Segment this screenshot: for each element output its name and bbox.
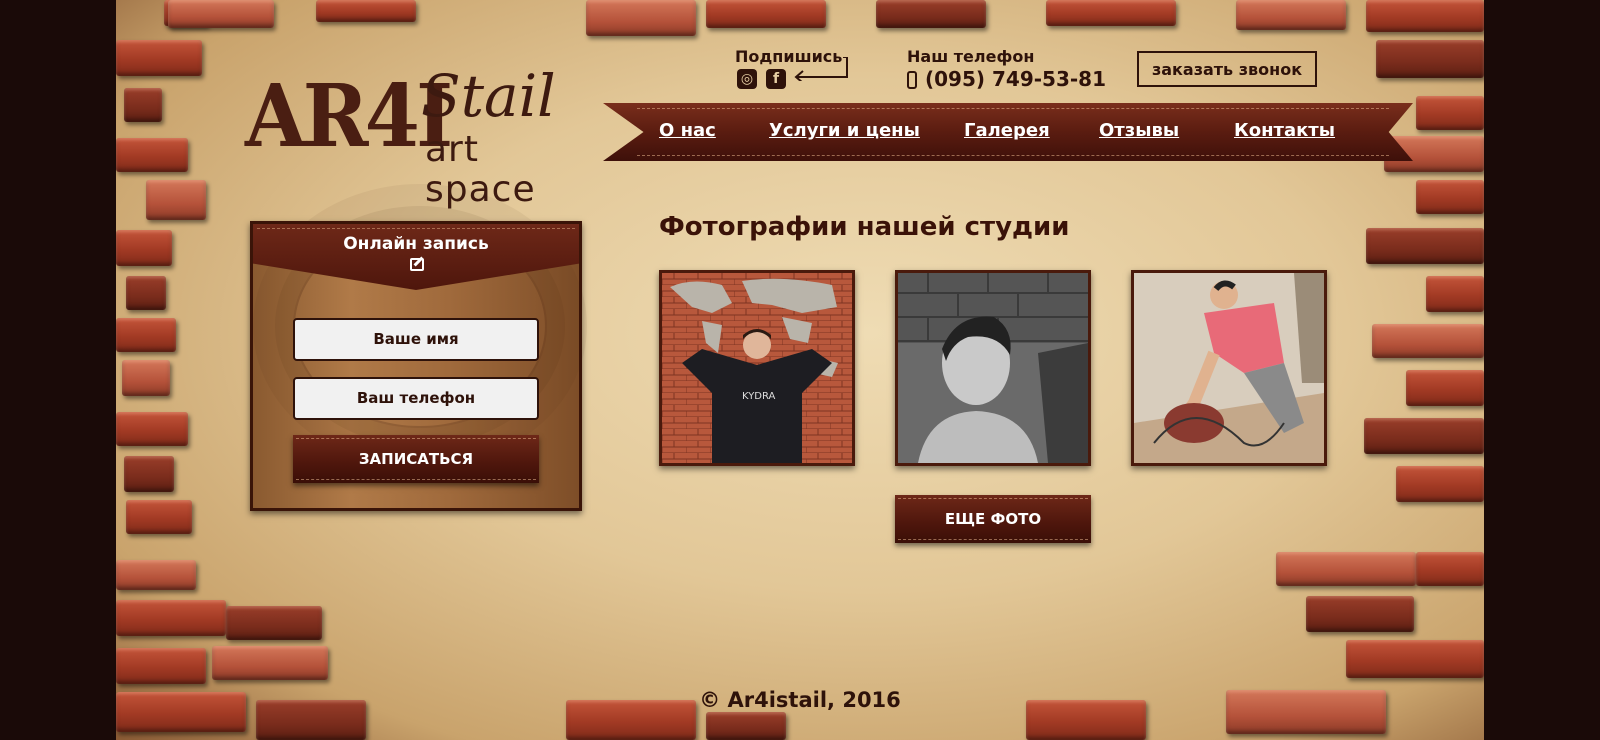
brick-decoration [116,412,188,446]
brick-decoration [126,500,192,534]
brick-decoration [1346,640,1484,678]
brick-decoration [1416,96,1484,130]
arrow-left-icon [794,57,848,81]
main-nav: О нас Услуги и цены Галерея Отзывы Конта… [603,103,1413,161]
brick-decoration [316,0,416,22]
phone-label: Наш телефон [907,47,1035,66]
brick-decoration [1364,418,1484,454]
photo-portrait [898,273,1088,463]
phone-icon [907,71,917,89]
nav-item-reviews[interactable]: Отзывы [1099,120,1179,141]
brick-decoration [1396,466,1484,502]
site-logo[interactable]: AR4I Stail art space [245,62,575,210]
brick-decoration [124,88,162,122]
gallery-photo-2[interactable] [895,270,1091,466]
brick-decoration [876,0,986,28]
callback-button[interactable]: заказать звонок [1137,51,1317,87]
brick-decoration [1046,0,1176,26]
brick-decoration [1306,596,1414,632]
brick-decoration [1236,0,1346,30]
brick-decoration [1416,180,1484,214]
brick-decoration [116,230,172,266]
brick-decoration [1426,276,1484,312]
brick-decoration [126,276,166,310]
brick-decoration [116,560,196,590]
brick-decoration [1416,552,1484,586]
brick-decoration [116,138,188,172]
photo-kydra-text: KYDRA [742,391,776,402]
nav-item-contacts[interactable]: Контакты [1234,120,1335,141]
logo-script-text: Stail [421,62,556,130]
gallery-photo-3[interactable] [1131,270,1327,466]
subscribe-block: Подпишись ◎ f [735,47,865,89]
name-input[interactable]: Ваше имя [293,318,539,361]
brick-decoration [116,600,226,636]
brick-decoration [124,456,174,492]
brick-decoration [1376,40,1484,78]
submit-booking-button[interactable]: ЗАПИСАТЬСЯ [293,435,539,483]
phone-input[interactable]: Ваш телефон [293,377,539,420]
online-booking-form: Онлайн запись Ваше имя Ваш телефон ЗАПИС… [250,221,582,511]
more-photos-button[interactable]: ЕЩЕ ФОТО [895,495,1091,543]
edit-icon [410,258,424,271]
brick-decoration [212,646,328,680]
brick-decoration [146,180,206,220]
gallery-title: Фотографии нашей студии [659,212,1070,242]
brick-decoration [1372,324,1484,358]
brick-decoration [226,606,322,640]
brick-decoration [1276,552,1416,586]
brick-decoration [1366,0,1484,32]
logo-main-text: AR4I [245,66,453,167]
footer-copyright: © Ar4istail, 2016 [699,688,901,712]
brick-decoration [706,712,786,740]
nav-item-services[interactable]: Услуги и цены [769,120,920,141]
brick-decoration [706,0,826,28]
gallery-photo-1[interactable]: KYDRA [659,270,855,466]
brick-decoration [122,360,170,396]
brick-decoration [1366,228,1484,264]
nav-item-about[interactable]: О нас [659,120,716,141]
logo-subtitle: art space [425,129,536,210]
brick-decoration [116,648,206,684]
photo-studio-worldmap: KYDRA [662,273,852,463]
booking-title: Онлайн запись [343,234,489,254]
phone-number[interactable]: (095) 749-53-81 [925,67,1106,91]
brick-decoration [1406,370,1484,406]
page-background: AR4I Stail art space Подпишись ◎ f Наш т… [116,0,1484,740]
brick-decoration [586,0,696,36]
instagram-icon[interactable]: ◎ [737,69,757,89]
brick-decoration [116,40,202,76]
phone-block: Наш телефон (095) 749-53-81 [907,47,1106,91]
facebook-icon[interactable]: f [766,69,786,89]
photo-work-process [1134,273,1324,463]
brick-decoration [116,318,176,352]
nav-item-gallery[interactable]: Галерея [964,120,1050,141]
brick-decoration [168,0,274,28]
